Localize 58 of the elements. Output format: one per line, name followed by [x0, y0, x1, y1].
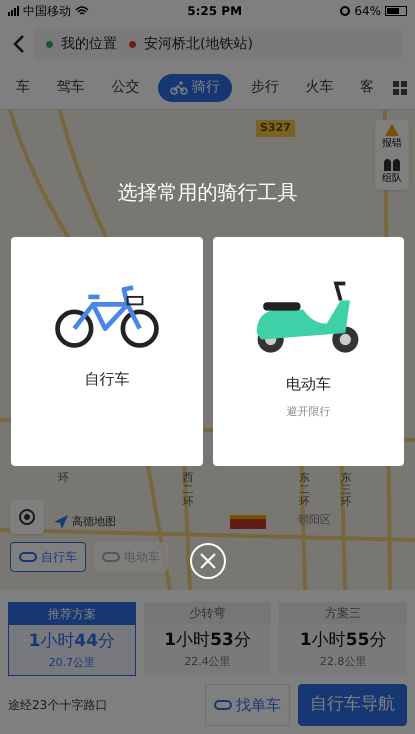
- plan-card[interactable]: 推荐方案 1小时44分 20.7公里: [8, 602, 136, 676]
- back-icon[interactable]: [12, 34, 26, 54]
- mode-tab[interactable]: 火车: [298, 74, 342, 102]
- road-label: 环: [58, 472, 70, 484]
- road-label: 西二环: [182, 472, 194, 508]
- road-label: 东二环: [298, 472, 310, 508]
- battery-icon: [385, 6, 407, 16]
- road-label: 东三环: [340, 472, 352, 508]
- road-sign: S327: [256, 120, 295, 136]
- grid-icon[interactable]: [392, 80, 407, 94]
- navigate-button[interactable]: 自行车导航: [298, 684, 407, 726]
- vehicle-option-card[interactable]: 自行车: [11, 237, 202, 466]
- find-bike-button[interactable]: 找单车: [205, 684, 290, 726]
- report-button[interactable]: 报错: [382, 124, 402, 151]
- plan-card[interactable]: 少转弯 1小时53分 22.4公里: [144, 602, 272, 676]
- plan-distance: 22.8公里: [320, 654, 366, 670]
- arrow-logo-icon: [54, 515, 68, 530]
- warning-icon: [385, 124, 399, 136]
- plan-duration: 1小时44分: [28, 630, 116, 653]
- plan-distance: 20.7公里: [48, 654, 96, 670]
- plan-tag: 方案三: [279, 602, 407, 624]
- plan-card[interactable]: 方案三 1小时55分 22.8公里: [279, 602, 407, 676]
- wifi-icon: [75, 6, 89, 16]
- option-label: 电动车: [286, 374, 331, 395]
- vehicle-chip[interactable]: 自行车: [10, 542, 86, 572]
- team-button[interactable]: 组队: [382, 159, 402, 186]
- mode-tab[interactable]: 驾车: [48, 74, 93, 102]
- route-field[interactable]: 我的位置 安河桥北(地铁站): [34, 28, 403, 60]
- locate-button[interactable]: [10, 500, 44, 534]
- crossing-count: 途经23个十字路口: [8, 697, 108, 714]
- people-icon: [384, 159, 400, 171]
- mode-tab[interactable]: 车: [8, 74, 38, 102]
- plan-duration: 1小时55分: [300, 629, 386, 652]
- battery-percent: 64%: [354, 3, 381, 20]
- map-logo-text: 高德地图: [72, 514, 116, 530]
- plan-tag: 推荐方案: [9, 603, 135, 625]
- destination-label: 安河桥北(地铁站): [144, 34, 253, 54]
- cyclist-icon: [170, 80, 188, 94]
- clock-time: 5:25 PM: [187, 3, 242, 20]
- signal-icon: [8, 6, 19, 16]
- mode-tab[interactable]: 骑行: [158, 74, 232, 102]
- district-label: 朝阳区: [298, 512, 331, 528]
- plan-duration: 1小时53分: [164, 629, 251, 652]
- origin-label: 我的位置: [61, 34, 117, 54]
- mode-tab[interactable]: 公交: [103, 74, 148, 102]
- locate-icon: [19, 509, 35, 525]
- dialog-title: 选择常用的骑行工具: [118, 179, 298, 206]
- plan-tag: 少转弯: [144, 602, 272, 624]
- close-icon: [200, 553, 216, 569]
- option-label: 自行车: [84, 369, 130, 390]
- vehicle-option-card[interactable]: 电动车 避开限行: [212, 237, 404, 466]
- plan-distance: 22.4公里: [184, 654, 231, 670]
- carrier-name: 中国移动: [23, 3, 71, 20]
- option-sublabel: 避开限行: [286, 404, 330, 420]
- mode-tab[interactable]: 步行: [242, 74, 287, 102]
- mode-tab[interactable]: 客: [352, 74, 382, 102]
- landmark-icon: [230, 515, 266, 529]
- close-button[interactable]: [190, 543, 226, 579]
